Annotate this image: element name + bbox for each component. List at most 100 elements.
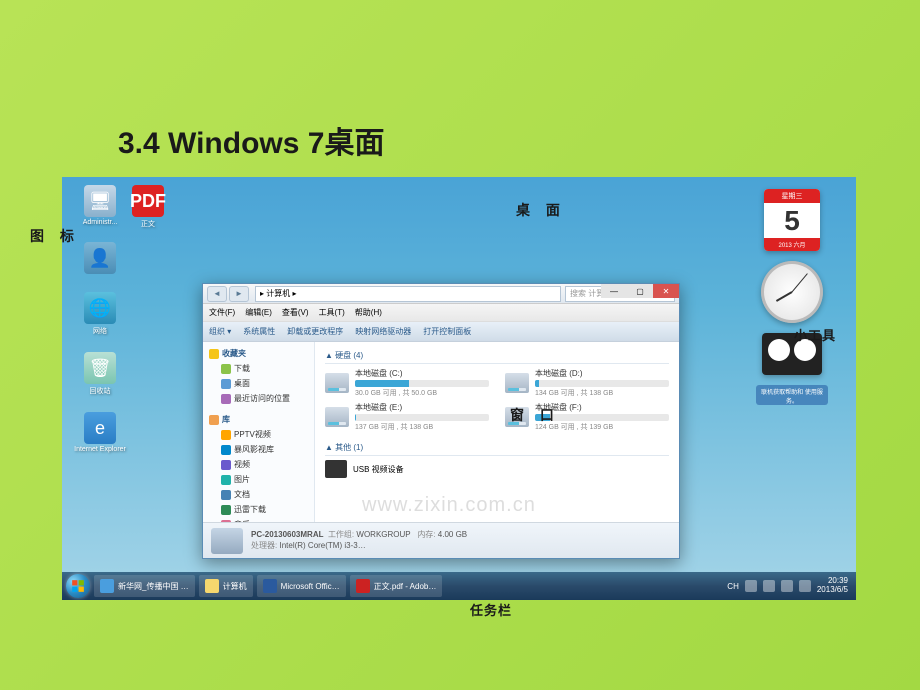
drive-name: 本地磁盘 (F:) [535, 402, 669, 413]
icon-label: 正文 [141, 219, 155, 229]
nav-storm[interactable]: 暴风影视库 [203, 442, 314, 457]
task-item-word[interactable]: Microsoft Offic… [257, 575, 346, 597]
drive-detail: 30.0 GB 可用 , 共 50.0 GB [355, 388, 489, 398]
nav-desktop[interactable]: 桌面 [203, 376, 314, 391]
taskbar: 新华网_传播中国 … 计算机 Microsoft Offic… 正文.pdf -… [62, 572, 856, 600]
task-label: 计算机 [223, 581, 247, 592]
navigation-pane: 收藏夹 下载 桌面 最近访问的位置 库 PPTV视频 暴风影视库 视频 图片 文… [203, 342, 315, 522]
annotation-taskbar: 任务栏 [470, 600, 512, 619]
drive-name: 本地磁盘 (C:) [355, 368, 489, 379]
nav-docs[interactable]: 文档 [203, 487, 314, 502]
nav-xunlei[interactable]: 迅雷下载 [203, 502, 314, 517]
window-controls: — ▢ ✕ [601, 284, 679, 298]
drive-detail: 134 GB 可用 , 共 138 GB [535, 388, 669, 398]
menu-bar: 文件(F) 编辑(E) 查看(V) 工具(T) 帮助(H) [203, 304, 679, 322]
gadgets-panel: 星期三 5 2013 六月 联机获取帮助和 使用服务。 [756, 189, 828, 405]
task-item-pdf[interactable]: 正文.pdf - Adob… [350, 575, 443, 597]
toolbar-control-panel[interactable]: 打开控制面板 [423, 326, 471, 337]
hard-drive-icon [505, 407, 529, 427]
slide-title: 3.4 Windows 7桌面 [118, 118, 384, 162]
computer-icon: 🖥 [84, 185, 116, 217]
library-icon [209, 415, 219, 425]
nav-pptv[interactable]: PPTV视频 [203, 427, 314, 442]
system-tray: CH 20:39 2013/6/5 [727, 577, 852, 595]
usb-label: USB 视频设备 [353, 464, 404, 475]
folder-icon [205, 579, 219, 593]
desktop-icon-pdf[interactable]: PDF 正文 [128, 185, 168, 229]
usb-device[interactable]: USB 视频设备 [325, 460, 669, 478]
minimize-button[interactable]: — [601, 284, 627, 298]
service-info-gadget[interactable]: 联机获取帮助和 使用服务。 [756, 385, 828, 405]
desktop-icon-ie[interactable]: e Internet Explorer [72, 412, 128, 453]
menu-help[interactable]: 帮助(H) [355, 307, 382, 318]
content-pane: ▲ 硬盘 (4) 本地磁盘 (C:) 30.0 GB 可用 , 共 50.0 G… [315, 342, 679, 522]
menu-tools[interactable]: 工具(T) [319, 307, 345, 318]
address-bar[interactable]: ▸ 计算机 ▸ [255, 286, 561, 302]
desktop-icons-column: 🖥 Administr... 👤 🌐 网络 🗑 回收站 e Internet E… [72, 185, 128, 469]
nav-favorites-header[interactable]: 收藏夹 [203, 346, 314, 361]
section-hard-drives[interactable]: ▲ 硬盘 (4) [325, 348, 669, 364]
toolbar-uninstall[interactable]: 卸载或更改程序 [287, 326, 343, 337]
start-button[interactable] [66, 574, 90, 598]
folder-icon [221, 445, 231, 455]
cpu-meter-gadget[interactable] [762, 333, 822, 375]
clock-gadget[interactable] [761, 261, 823, 323]
nav-video[interactable]: 视频 [203, 457, 314, 472]
task-label: 正文.pdf - Adob… [374, 581, 437, 592]
nav-recent[interactable]: 最近访问的位置 [203, 391, 314, 406]
star-icon [209, 349, 219, 359]
network-icon[interactable] [799, 580, 811, 592]
desktop-icon-user[interactable]: 👤 [72, 242, 128, 276]
download-icon [221, 364, 231, 374]
desktop-icon-computer[interactable]: 🖥 Administr... [72, 185, 128, 226]
folder-icon [221, 475, 231, 485]
drive-c[interactable]: 本地磁盘 (C:) 30.0 GB 可用 , 共 50.0 GB [325, 368, 489, 398]
close-button[interactable]: ✕ [653, 284, 679, 298]
menu-file[interactable]: 文件(F) [209, 307, 235, 318]
folder-icon [221, 460, 231, 470]
nav-libraries-header[interactable]: 库 [203, 412, 314, 427]
calendar-weekday: 星期三 [764, 189, 820, 203]
ime-indicator[interactable]: CH [727, 582, 739, 591]
ie-icon: e [84, 412, 116, 444]
maximize-button[interactable]: ▢ [627, 284, 653, 298]
drive-e[interactable]: 本地磁盘 (E:) 137 GB 可用 , 共 138 GB [325, 402, 489, 432]
clock[interactable]: 20:39 2013/6/5 [817, 577, 848, 595]
folder-icon [221, 505, 231, 515]
desktop-icon-network[interactable]: 🌐 网络 [72, 292, 128, 336]
nav-images[interactable]: 图片 [203, 472, 314, 487]
task-label: Microsoft Offic… [281, 582, 340, 591]
icon-label: Internet Explorer [74, 446, 126, 453]
drive-d[interactable]: 本地磁盘 (D:) 134 GB 可用 , 共 138 GB [505, 368, 669, 398]
hard-drive-icon [505, 373, 529, 393]
task-label: 新华网_传播中国 … [118, 581, 189, 592]
toolbar-map-drive[interactable]: 映射网络驱动器 [355, 326, 411, 337]
calendar-gadget[interactable]: 星期三 5 2013 六月 [764, 189, 820, 251]
desktop-icon-recycle[interactable]: 🗑 回收站 [72, 352, 128, 396]
icon-label: Administr... [83, 219, 118, 226]
menu-view[interactable]: 查看(V) [282, 307, 309, 318]
task-item-explorer[interactable]: 计算机 [199, 575, 253, 597]
tray-icon[interactable] [745, 580, 757, 592]
drive-f[interactable]: 本地磁盘 (F:) 124 GB 可用 , 共 139 GB [505, 402, 669, 432]
pdf-icon [356, 579, 370, 593]
hard-drive-icon [325, 407, 349, 427]
tray-icon[interactable] [763, 580, 775, 592]
icon-label: 回收站 [90, 386, 111, 396]
nav-downloads[interactable]: 下载 [203, 361, 314, 376]
section-other[interactable]: ▲ 其他 (1) [325, 440, 669, 456]
back-button[interactable]: ◄ [207, 286, 227, 302]
drive-detail: 137 GB 可用 , 共 138 GB [355, 422, 489, 432]
toolbar: 组织 ▾ 系统属性 卸载或更改程序 映射网络驱动器 打开控制面板 [203, 322, 679, 342]
windows-logo-icon [71, 579, 85, 593]
forward-button[interactable]: ► [229, 286, 249, 302]
toolbar-properties[interactable]: 系统属性 [243, 326, 275, 337]
volume-icon[interactable] [781, 580, 793, 592]
toolbar-organize[interactable]: 组织 ▾ [209, 326, 231, 337]
menu-edit[interactable]: 编辑(E) [245, 307, 272, 318]
explorer-body: 收藏夹 下载 桌面 最近访问的位置 库 PPTV视频 暴风影视库 视频 图片 文… [203, 342, 679, 522]
icon-label: 网络 [93, 326, 107, 336]
task-item-ie[interactable]: 新华网_传播中国 … [94, 575, 195, 597]
hard-drive-icon [325, 373, 349, 393]
details-pane: PC-20130603MRAL 工作组: WORKGROUP 内存: 4.00 … [203, 522, 679, 558]
